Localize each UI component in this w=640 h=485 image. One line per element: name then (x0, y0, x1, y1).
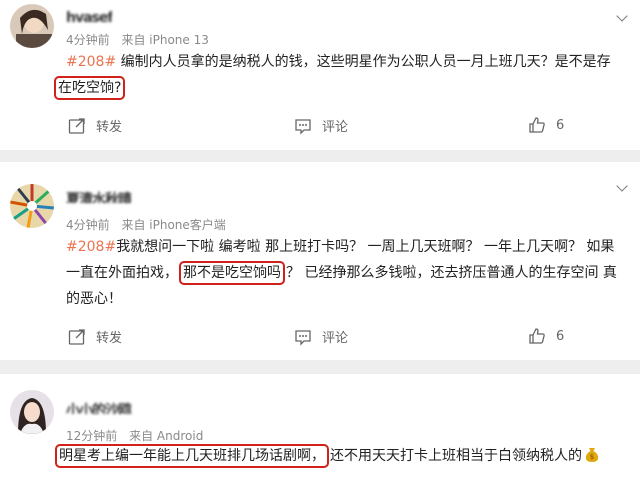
avatar[interactable] (10, 390, 54, 434)
timestamp: 4分钟前 (66, 218, 110, 232)
avatar[interactable] (10, 4, 54, 48)
comment-icon (295, 329, 311, 346)
chevron-down-icon[interactable] (616, 10, 628, 22)
post-meta: 4分钟前 来自 iPhone 13 (66, 31, 217, 48)
post-meta: 4分钟前 来自 iPhone客户端 (66, 216, 234, 233)
comment-button[interactable]: 评论 (294, 327, 348, 346)
repost-icon (68, 117, 85, 134)
highlighted-phrase: 明星考上编一年能上几天班排几场话剧啊， (55, 444, 329, 468)
separator (0, 360, 640, 374)
thumbs-up-icon (529, 117, 545, 133)
like-button[interactable]: 6 (528, 327, 564, 345)
avatar[interactable] (10, 184, 54, 228)
money-bag-emoji-icon: $ (585, 448, 599, 462)
repost-button[interactable]: 转发 (68, 327, 122, 346)
separator (0, 150, 640, 162)
username[interactable]: hvasef (66, 10, 112, 24)
post-meta: 12分钟前 来自 Android (66, 427, 211, 444)
comment-text: #208# 编制内人员拿的是纳税人的钱，这些明星作为公职人员一月上班几天？是不是… (66, 54, 611, 70)
comment-icon (295, 118, 311, 135)
comment-card-1: hvasef 4分钟前 来自 iPhone 13 #208# 编制内人员拿的是纳… (0, 0, 640, 150)
source-device: 来自 iPhone 13 (121, 33, 209, 47)
highlighted-phrase: 那不是吃空饷吗 (179, 261, 285, 285)
like-button[interactable]: 6 (528, 116, 564, 134)
source-device: 来自 iPhone客户端 (121, 218, 226, 232)
comment-card-2: 夏清水秋晴 4分钟前 来自 iPhone客户端 #208#我就想问一下啦 编考啦… (0, 162, 640, 360)
action-bar: 转发 评论 6 (0, 327, 640, 349)
username[interactable]: 小小的沙鸥 (66, 400, 131, 414)
comment-text: #208#我就想问一下啦 编考啦 那上班打卡吗？ 一周上几天班啊？ 一年上几天啊… (66, 239, 617, 307)
highlighted-phrase: 在吃空饷? (54, 76, 126, 100)
comment-text: 明星考上编一年能上几天班排几场话剧啊， 还不用天天打卡上班相当于白领纳税人的 $ (54, 443, 640, 469)
timestamp: 12分钟前 (66, 429, 118, 443)
comment-card-3: 小小的沙鸥 12分钟前 来自 Android 明星考上编一年能上几天班排几场话剧… (0, 374, 640, 485)
action-bar: 转发 评论 6 (0, 116, 640, 138)
repost-button[interactable]: 转发 (68, 116, 122, 135)
thumbs-up-icon (529, 328, 545, 344)
topic-tag[interactable]: #208# (66, 54, 116, 70)
comment-text-line2: 在吃空饷? (53, 75, 627, 101)
topic-tag[interactable]: #208# (66, 239, 116, 255)
svg-text:$: $ (590, 453, 594, 461)
source-device: 来自 Android (129, 429, 204, 443)
username[interactable]: 夏清水秋晴 (66, 189, 131, 203)
repost-icon (68, 328, 85, 345)
chevron-down-icon[interactable] (616, 180, 628, 192)
timestamp: 4分钟前 (66, 33, 110, 47)
comment-button[interactable]: 评论 (294, 116, 348, 135)
